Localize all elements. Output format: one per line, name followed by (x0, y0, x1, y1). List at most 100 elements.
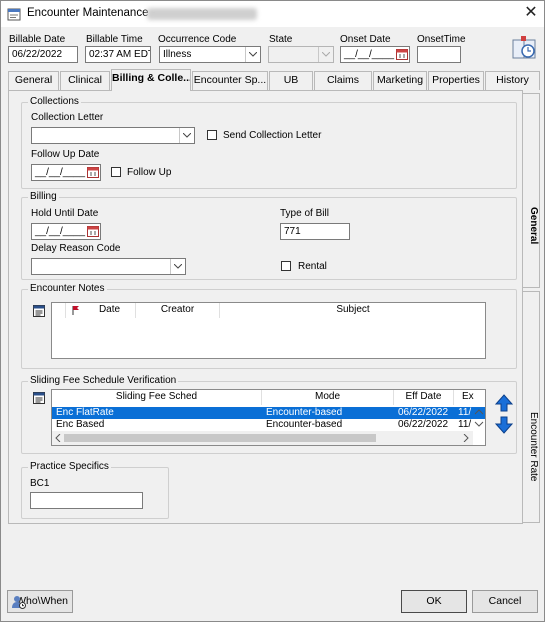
scrollbar-thumb[interactable] (64, 434, 376, 442)
practice-specifics-group: Practice Specifics BC1 (21, 461, 169, 519)
occurrence-code-label: Occurrence Code (158, 34, 237, 45)
row-sched: Enc FlatRate (56, 407, 114, 418)
notes-indicator-column (52, 303, 66, 318)
bc1-field[interactable] (30, 492, 143, 509)
hold-until-date-label: Hold Until Date (31, 208, 99, 219)
collection-letter-label: Collection Letter (31, 112, 104, 123)
calendar-icon[interactable] (87, 225, 99, 237)
table-row[interactable]: Enc Based Encounter-based 06/22/2022 11/ (52, 419, 485, 431)
row-mode: Encounter-based (266, 407, 343, 418)
bc1-label: BC1 (30, 478, 50, 489)
scroll-down-icon[interactable] (473, 419, 485, 429)
table-row[interactable]: Enc FlatRate Encounter-based 06/22/2022 … (52, 407, 485, 419)
onset-time-field[interactable] (417, 46, 461, 63)
encounter-maintenance-window: Encounter Maintenance - ✕ Billable Date … (0, 0, 545, 622)
row-eff-date: 06/22/2022 (398, 407, 449, 418)
occurrence-code-select[interactable]: Illness (159, 46, 261, 63)
scroll-right-icon[interactable] (462, 434, 470, 442)
chevron-down-icon[interactable] (170, 259, 185, 274)
state-label: State (269, 34, 293, 45)
move-down-arrow-icon[interactable] (495, 416, 513, 434)
state-select[interactable] (268, 46, 334, 63)
horizontal-scrollbar[interactable] (52, 431, 473, 445)
scroll-left-icon[interactable] (54, 434, 62, 442)
collections-group: Collections Collection Letter Send Colle… (21, 96, 517, 189)
row-sched: Enc Based (56, 419, 105, 430)
side-tab-encounter-rate[interactable]: Encounter Rate (522, 291, 540, 523)
scroll-up-icon[interactable] (473, 407, 485, 417)
send-collection-letter-checkbox[interactable] (207, 130, 217, 140)
cancel-button[interactable]: Cancel (472, 590, 538, 613)
tab-properties[interactable]: Properties (428, 71, 484, 90)
tab-encounter-specifics[interactable]: Encounter Sp... (192, 71, 268, 90)
follow-up-checkbox[interactable] (111, 167, 121, 177)
row-ex: 11/ (458, 419, 472, 430)
book-clock-icon[interactable] (510, 34, 540, 64)
ok-button[interactable]: OK (401, 590, 467, 613)
billable-time-field[interactable]: 02:37 AM EDT (85, 46, 151, 63)
encounter-notes-grid[interactable]: Date Creator Subject (51, 302, 486, 359)
row-ex: 11/ (458, 407, 472, 418)
follow-up-date-field[interactable]: __/__/____ (31, 164, 101, 181)
follow-up-label: Follow Up (127, 167, 172, 178)
billable-date-label: Billable Date (9, 34, 66, 45)
who-when-button[interactable]: Who\When (7, 590, 73, 613)
window-title: Encounter Maintenance - (27, 7, 156, 19)
column-header-subject[interactable]: Subject (220, 303, 485, 318)
billing-collections-panel: Collections Collection Letter Send Colle… (8, 90, 523, 524)
tab-general[interactable]: General (8, 71, 59, 90)
follow-up-date-label: Follow Up Date (31, 149, 100, 160)
billing-group: Billing Hold Until Date __/__/____ Type … (21, 191, 517, 280)
encounter-notes-group: Encounter Notes Date Creator Subject (21, 283, 517, 369)
onset-date-value: __/__/____ (344, 49, 395, 60)
side-tab-general[interactable]: General (522, 93, 540, 288)
delay-reason-code-select[interactable] (31, 258, 186, 275)
column-header-creator[interactable]: Creator (136, 303, 220, 318)
sliding-fee-list-icon[interactable] (32, 391, 46, 405)
column-header-ex[interactable]: Ex (454, 390, 485, 405)
chevron-down-icon[interactable] (245, 47, 260, 62)
close-icon[interactable]: ✕ (521, 3, 541, 23)
hold-until-date-field[interactable]: __/__/____ (31, 223, 101, 240)
tab-clinical[interactable]: Clinical (60, 71, 110, 90)
sliding-fee-grid[interactable]: Sliding Fee Sched Mode Eff Date Ex Enc F… (51, 389, 486, 446)
column-header-date[interactable]: Date (84, 303, 136, 318)
tab-history[interactable]: History (485, 71, 540, 90)
patient-name-redacted (147, 8, 257, 20)
notes-list-icon[interactable] (32, 304, 46, 318)
sliding-fee-group: Sliding Fee Schedule Verification Slidin… (21, 375, 517, 454)
row-eff-date: 06/22/2022 (398, 419, 449, 430)
app-icon (7, 8, 21, 21)
practice-specifics-title: Practice Specifics (28, 461, 111, 472)
column-header-sliding-fee-sched[interactable]: Sliding Fee Sched (52, 390, 262, 405)
billable-time-label: Billable Time (86, 34, 143, 45)
tab-claims[interactable]: Claims (314, 71, 372, 90)
column-header-mode[interactable]: Mode (262, 390, 394, 405)
delay-reason-code-label: Delay Reason Code (31, 243, 121, 254)
chevron-down-icon[interactable] (318, 47, 333, 62)
billing-title: Billing (28, 191, 59, 202)
occurrence-code-value: Illness (163, 49, 192, 60)
billable-date-field[interactable]: 06/22/2022 (8, 46, 78, 63)
onset-date-field[interactable]: __/__/____ (340, 46, 410, 63)
tab-marketing[interactable]: Marketing (373, 71, 427, 90)
follow-up-date-value: __/__/____ (35, 167, 86, 178)
send-collection-letter-label: Send Collection Letter (223, 130, 322, 141)
sliding-fee-title: Sliding Fee Schedule Verification (28, 375, 179, 386)
flag-icon (72, 306, 79, 315)
chevron-down-icon[interactable] (179, 128, 194, 143)
onset-date-label: Onset Date (340, 34, 391, 45)
rental-checkbox[interactable] (281, 261, 291, 271)
move-up-arrow-icon[interactable] (495, 394, 513, 412)
tab-strip: General Clinical Billing & Colle... Enco… (8, 69, 540, 91)
type-of-bill-label: Type of Bill (280, 208, 329, 219)
tab-billing-collections[interactable]: Billing & Colle... (111, 69, 191, 91)
type-of-bill-field[interactable]: 771 (280, 223, 350, 240)
calendar-icon[interactable] (396, 48, 408, 60)
tab-ub[interactable]: UB (269, 71, 313, 90)
column-header-eff-date[interactable]: Eff Date (394, 390, 454, 405)
hold-until-date-value: __/__/____ (35, 226, 86, 237)
collection-letter-select[interactable] (31, 127, 195, 144)
onset-time-label: OnsetTime (417, 34, 466, 45)
calendar-icon[interactable] (87, 166, 99, 178)
